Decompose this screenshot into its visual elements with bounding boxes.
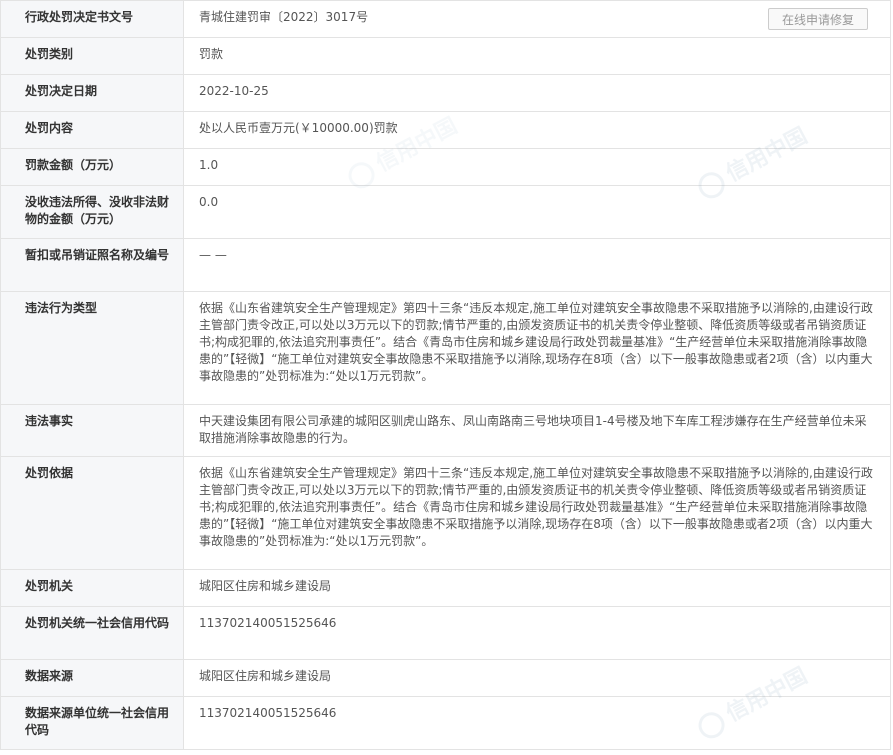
row-label: 暂扣或吊销证照名称及编号 <box>0 238 184 292</box>
row-decision-date: 处罚决定日期 2022-10-25 <box>0 74 891 112</box>
label-text: 数据来源单位统一社会信用代码 <box>25 706 170 737</box>
value-text: 1.0 <box>199 158 219 172</box>
value-text: 依据《山东省建筑安全生产管理规定》第四十三条“违反本规定,施工单位对建筑安全事故… <box>199 301 873 383</box>
value-text: 城阳区住房和城乡建设局 <box>199 579 332 593</box>
row-decision-number: 行政处罚决定书文号 青城住建罚审〔2022〕3017号 在线申请修复 <box>0 0 891 38</box>
row-value: 0.0 <box>183 185 891 239</box>
row-fine-amount: 罚款金额（万元） 1.0 <box>0 148 891 186</box>
row-value: 城阳区住房和城乡建设局 <box>183 569 891 607</box>
label-text: 违法行为类型 <box>25 301 98 315</box>
label-text: 没收违法所得、没收非法财物的金额（万元） <box>25 195 170 226</box>
row-license-revocation: 暂扣或吊销证照名称及编号 — — <box>0 238 891 292</box>
row-value: 113702140051525646 <box>183 696 891 750</box>
penalty-detail-table: 行政处罚决定书文号 青城住建罚审〔2022〕3017号 在线申请修复 处罚类别 … <box>0 0 891 750</box>
value-text: 0.0 <box>199 195 219 209</box>
row-penalty-basis: 处罚依据 依据《山东省建筑安全生产管理规定》第四十三条“违反本规定,施工单位对建… <box>0 456 891 570</box>
row-value: 中天建设集团有限公司承建的城阳区驯虎山路东、凤山南路南三号地块项目1-4号楼及地… <box>183 404 891 457</box>
row-label: 行政处罚决定书文号 <box>0 0 184 38</box>
row-label: 数据来源单位统一社会信用代码 <box>0 696 184 750</box>
row-violation-type: 违法行为类型 依据《山东省建筑安全生产管理规定》第四十三条“违反本规定,施工单位… <box>0 291 891 405</box>
label-text: 数据来源 <box>25 669 74 683</box>
row-value: 青城住建罚审〔2022〕3017号 在线申请修复 <box>183 0 891 38</box>
row-authority-credit-code: 处罚机关统一社会信用代码 113702140051525646 <box>0 606 891 660</box>
value-text: 罚款 <box>199 47 224 61</box>
label-text: 违法事实 <box>25 414 74 428</box>
row-value: — — <box>183 238 891 292</box>
row-value: 依据《山东省建筑安全生产管理规定》第四十三条“违反本规定,施工单位对建筑安全事故… <box>183 291 891 405</box>
penalty-detail-page: 行政处罚决定书文号 青城住建罚审〔2022〕3017号 在线申请修复 处罚类别 … <box>0 0 893 755</box>
label-text: 处罚依据 <box>25 466 74 480</box>
row-label: 处罚机关统一社会信用代码 <box>0 606 184 660</box>
row-label: 没收违法所得、没收非法财物的金额（万元） <box>0 185 184 239</box>
row-value: 依据《山东省建筑安全生产管理规定》第四十三条“违反本规定,施工单位对建筑安全事故… <box>183 456 891 570</box>
value-text: — — <box>199 248 227 262</box>
row-confiscation-amount: 没收违法所得、没收非法财物的金额（万元） 0.0 <box>0 185 891 239</box>
label-text: 处罚决定日期 <box>25 84 98 98</box>
row-penalty-content: 处罚内容 处以人民币壹万元(￥10000.00)罚款 <box>0 111 891 149</box>
row-data-source: 数据来源 城阳区住房和城乡建设局 <box>0 659 891 697</box>
label-text: 处罚机关 <box>25 579 74 593</box>
label-text: 罚款金额（万元） <box>25 158 122 172</box>
value-text: 中天建设集团有限公司承建的城阳区驯虎山路东、凤山南路南三号地块项目1-4号楼及地… <box>199 414 867 445</box>
value-text: 113702140051525646 <box>199 706 337 720</box>
label-text: 处罚机关统一社会信用代码 <box>25 616 170 630</box>
row-value: 1.0 <box>183 148 891 186</box>
value-text: 处以人民币壹万元(￥10000.00)罚款 <box>199 121 398 135</box>
label-text: 处罚类别 <box>25 47 74 61</box>
online-repair-button[interactable]: 在线申请修复 <box>768 8 868 30</box>
row-label: 罚款金额（万元） <box>0 148 184 186</box>
row-value: 113702140051525646 <box>183 606 891 660</box>
row-label: 处罚内容 <box>0 111 184 149</box>
row-label: 处罚机关 <box>0 569 184 607</box>
row-label: 处罚类别 <box>0 37 184 75</box>
value-text: 2022-10-25 <box>199 84 269 98</box>
label-text: 暂扣或吊销证照名称及编号 <box>25 248 170 262</box>
row-violation-facts: 违法事实 中天建设集团有限公司承建的城阳区驯虎山路东、凤山南路南三号地块项目1-… <box>0 404 891 457</box>
value-text: 城阳区住房和城乡建设局 <box>199 669 332 683</box>
value-text: 113702140051525646 <box>199 616 337 630</box>
row-penalty-category: 处罚类别 罚款 <box>0 37 891 75</box>
row-penalty-authority: 处罚机关 城阳区住房和城乡建设局 <box>0 569 891 607</box>
row-label: 处罚决定日期 <box>0 74 184 112</box>
row-value: 处以人民币壹万元(￥10000.00)罚款 <box>183 111 891 149</box>
row-label: 违法行为类型 <box>0 291 184 405</box>
label-text: 处罚内容 <box>25 121 74 135</box>
row-value: 2022-10-25 <box>183 74 891 112</box>
row-source-credit-code: 数据来源单位统一社会信用代码 113702140051525646 <box>0 696 891 750</box>
row-value: 城阳区住房和城乡建设局 <box>183 659 891 697</box>
row-label: 处罚依据 <box>0 456 184 570</box>
row-label: 数据来源 <box>0 659 184 697</box>
row-label: 违法事实 <box>0 404 184 457</box>
label-text: 行政处罚决定书文号 <box>25 10 134 24</box>
value-text: 依据《山东省建筑安全生产管理规定》第四十三条“违反本规定,施工单位对建筑安全事故… <box>199 466 873 548</box>
row-value: 罚款 <box>183 37 891 75</box>
